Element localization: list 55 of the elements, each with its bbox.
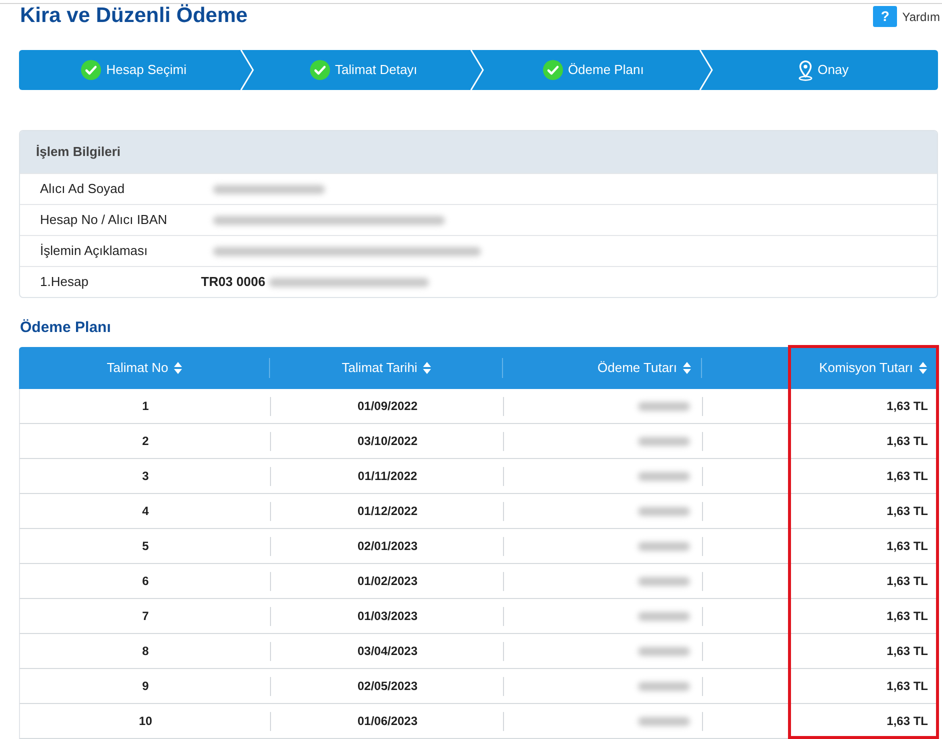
table-cell-text: 01/09/2022 — [357, 398, 418, 415]
column-header[interactable]: Talimat Tarihi — [342, 358, 432, 378]
table-cell-text: 3 — [142, 468, 149, 485]
table-cell-text: 1,63 TL — [886, 468, 928, 485]
column-header[interactable]: Komisyon Tutarı — [819, 358, 927, 378]
table-cell-text: 1,63 TL — [886, 678, 928, 695]
field-label: İşlemin Açıklaması — [40, 242, 148, 260]
column-header[interactable]: Ödeme Tutarı — [598, 358, 691, 378]
step-label: Hesap Seçimi — [106, 61, 186, 80]
table-cell-text: 6 — [142, 573, 149, 590]
field-label: Hesap No / Alıcı IBAN — [40, 211, 168, 230]
column-header[interactable]: Talimat No — [106, 358, 182, 378]
help-link[interactable]: Yardım — [902, 8, 940, 26]
chevron-separator — [699, 50, 714, 90]
field-value: TR03 0006 — [201, 273, 266, 292]
chevron-separator — [240, 50, 254, 90]
field-label: Alıcı Ad Soyad — [40, 180, 125, 198]
table-cell-text: 1,63 TL — [886, 503, 928, 520]
table-cell-text: 01/11/2022 — [358, 468, 418, 485]
table-cell-text: 7 — [142, 608, 149, 625]
table-cell-text: 1,63 TL — [886, 713, 928, 730]
table-cell-text: 01/06/2023 — [357, 713, 418, 730]
table-cell-text: 2 — [142, 433, 149, 450]
table-cell-text: 02/05/2023 — [357, 678, 418, 695]
table-cell-text: 9 — [142, 678, 149, 695]
sort-icon[interactable] — [423, 362, 432, 374]
table-cell-text: 01/02/2023 — [357, 573, 418, 590]
table-cell-text: 1,63 TL — [886, 608, 928, 625]
section-title: Ödeme Planı — [20, 318, 111, 338]
chevron-separator — [470, 50, 484, 90]
table-cell-text: 1 — [142, 398, 149, 415]
table-cell-text: 1,63 TL — [886, 643, 928, 660]
field-label: 1.Hesap — [40, 273, 88, 292]
sort-icon[interactable] — [683, 362, 691, 374]
table-cell-text: 01/03/2023 — [357, 608, 418, 625]
table-cell-text: 01/12/2022 — [357, 503, 418, 520]
table-cell-text: 1,63 TL — [886, 573, 928, 590]
table-cell-text: 03/04/2023 — [357, 643, 418, 660]
step-label: Ödeme Planı — [568, 61, 644, 80]
panel-title: İşlem Bilgileri — [36, 143, 121, 162]
step-label: Talimat Detayı — [334, 61, 418, 80]
step-label: Onay — [818, 61, 849, 80]
table-cell-text: 1,63 TL — [886, 398, 928, 415]
table-cell-text: 02/01/2023 — [357, 538, 418, 555]
page-title: Kira ve Düzenli Ödeme — [20, 4, 248, 28]
table-cell-text: 10 — [138, 713, 152, 730]
sort-icon[interactable] — [174, 362, 182, 374]
table-cell-text: 5 — [142, 538, 149, 555]
table-cell-text: 8 — [142, 643, 149, 660]
table-cell-text: 03/10/2022 — [357, 433, 418, 450]
help-button[interactable]: ? — [873, 6, 898, 27]
table-cell-text: 1,63 TL — [886, 433, 928, 450]
sort-icon[interactable] — [919, 362, 927, 374]
table-cell-text: 4 — [142, 503, 149, 520]
table-cell-text: 1,63 TL — [886, 538, 928, 555]
